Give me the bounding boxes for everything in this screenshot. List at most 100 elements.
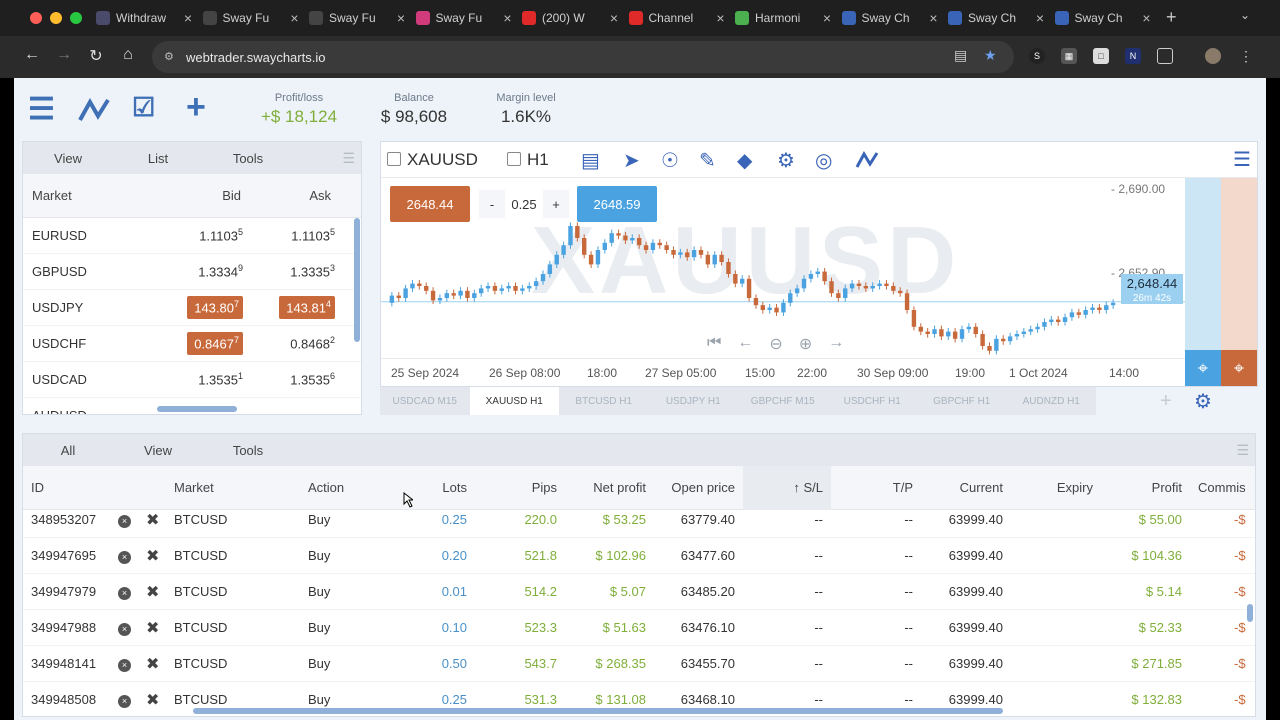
bid-cell[interactable]: 143.807 bbox=[155, 296, 243, 319]
orders-vscrollbar[interactable] bbox=[1247, 604, 1253, 622]
lot-size-input[interactable]: 0.25 bbox=[505, 190, 543, 218]
close-order-icon[interactable]: × bbox=[118, 548, 142, 564]
col-profit[interactable]: Profit bbox=[1101, 480, 1190, 495]
extension-doc-icon[interactable]: □ bbox=[1093, 48, 1109, 64]
bid-cell[interactable]: 1.35351 bbox=[155, 371, 243, 387]
browser-tab[interactable]: (200) W × bbox=[522, 4, 628, 32]
close-tab-icon[interactable]: × bbox=[716, 10, 724, 26]
profile-avatar[interactable] bbox=[1205, 48, 1221, 64]
ask-cell[interactable]: 0.84682 bbox=[243, 335, 335, 351]
settings-gear-icon[interactable]: ⚙ bbox=[777, 148, 795, 173]
compass-icon[interactable]: ☉ bbox=[661, 148, 679, 173]
reload-icon[interactable]: ↻ bbox=[86, 46, 106, 66]
panel-menu-icon[interactable]: ☰ bbox=[342, 150, 355, 167]
browser-menu-icon[interactable]: ⋮ bbox=[1238, 48, 1254, 64]
browser-tab[interactable]: Harmoni × bbox=[735, 4, 841, 32]
market-row[interactable]: EURUSD 1.11035 1.11035 bbox=[23, 218, 361, 254]
bid-cell[interactable]: 1.11035 bbox=[155, 227, 243, 243]
browser-tab[interactable]: Sway Ch × bbox=[1054, 4, 1161, 32]
order-row[interactable]: 349947695 × ✖ BTCUSD Buy 0.20 521.8 $ 102.96 634… bbox=[23, 538, 1255, 574]
market-row[interactable]: USDCHF 0.84677 0.84682 bbox=[23, 326, 361, 362]
forward-arrow-icon[interactable]: → bbox=[54, 46, 74, 64]
minimize-window-button[interactable] bbox=[50, 12, 62, 24]
close-order-icon[interactable]: × bbox=[118, 692, 142, 708]
browser-tab[interactable]: Sway Ch × bbox=[948, 4, 1054, 32]
chart-timeframe[interactable]: H1 bbox=[527, 150, 549, 170]
order-row[interactable]: 349947979 × ✖ BTCUSD Buy 0.01 514.2 $ 5.07 63485… bbox=[23, 574, 1255, 610]
scroll-right-icon[interactable]: → bbox=[828, 334, 844, 354]
close-tab-icon[interactable]: × bbox=[929, 10, 937, 26]
modify-order-tools-icon[interactable]: ✖ bbox=[142, 654, 166, 674]
market-row[interactable]: GBPUSD 1.33349 1.33353 bbox=[23, 254, 361, 290]
sway-logo-icon[interactable] bbox=[78, 98, 110, 122]
modify-order-tools-icon[interactable]: ✖ bbox=[142, 582, 166, 602]
extension-sway-icon[interactable]: N bbox=[1125, 48, 1141, 64]
checklist-icon[interactable]: ☑ bbox=[132, 92, 155, 123]
orders-hscrollbar[interactable] bbox=[193, 708, 1003, 714]
close-order-icon[interactable]: × bbox=[118, 584, 142, 600]
col-ask[interactable]: Ask bbox=[241, 188, 331, 203]
chart-symbol-tab[interactable]: USDCAD M15 bbox=[380, 387, 470, 415]
col-id[interactable]: ID bbox=[23, 480, 166, 495]
order-row[interactable]: 348953207 × ✖ BTCUSD Buy 0.25 220.0 $ 53.25 6377… bbox=[23, 502, 1255, 538]
order-row[interactable]: 349947988 × ✖ BTCUSD Buy 0.10 523.3 $ 51.63 6347… bbox=[23, 610, 1255, 646]
extension-grid-icon[interactable]: ▦ bbox=[1061, 48, 1077, 64]
market-vscrollbar[interactable] bbox=[354, 218, 360, 342]
diamond-icon[interactable]: ◆ bbox=[737, 148, 752, 173]
bid-cell[interactable]: 0.84677 bbox=[155, 332, 243, 355]
extension-s-icon[interactable]: S bbox=[1029, 48, 1045, 64]
chart-menu-icon[interactable]: ☰ bbox=[1233, 147, 1251, 172]
browser-tab[interactable]: Channel × bbox=[628, 4, 735, 32]
ask-cell[interactable]: 1.11035 bbox=[243, 227, 335, 243]
close-order-icon[interactable]: × bbox=[118, 620, 142, 636]
col-commission[interactable]: Commis bbox=[1190, 480, 1250, 495]
modify-order-tools-icon[interactable]: ✖ bbox=[142, 546, 166, 566]
bid-cell[interactable]: 1.33349 bbox=[155, 263, 243, 279]
close-tab-icon[interactable]: × bbox=[1142, 10, 1150, 26]
address-bar[interactable]: ⚙ webtrader.swaycharts.io ▤ ★ bbox=[152, 41, 1014, 73]
browser-tab[interactable]: Sway Fu × bbox=[415, 4, 522, 32]
chart-symbol[interactable]: XAUUSD bbox=[407, 150, 478, 170]
chart-symbol-tab[interactable]: BTCUSD H1 bbox=[559, 387, 649, 415]
browser-tab[interactable]: Sway Fu × bbox=[202, 4, 309, 32]
home-icon[interactable]: ⌂ bbox=[118, 46, 138, 64]
market-row[interactable]: USDJPY 143.807 143.814 bbox=[23, 290, 361, 326]
chart-symbol-tab[interactable]: AUDNZD H1 bbox=[1007, 387, 1097, 415]
modify-order-tools-icon[interactable]: ✖ bbox=[142, 618, 166, 638]
order-row[interactable]: 349948141 × ✖ BTCUSD Buy 0.50 543.7 $ 268.35 634… bbox=[23, 646, 1255, 682]
col-current[interactable]: Current bbox=[921, 480, 1011, 495]
ask-cell[interactable]: 1.35356 bbox=[243, 371, 335, 387]
chart-symbol-tab[interactable]: GBPCHF M15 bbox=[738, 387, 828, 415]
ask-cell[interactable]: 143.814 bbox=[243, 296, 335, 319]
close-tab-icon[interactable]: × bbox=[503, 10, 511, 26]
chart-type-icon[interactable]: ▤ bbox=[581, 148, 600, 173]
tab-all[interactable]: All bbox=[23, 434, 113, 466]
main-menu-icon[interactable]: ☰ bbox=[28, 92, 55, 127]
pencil-icon[interactable]: ✎ bbox=[699, 148, 716, 173]
install-app-icon[interactable]: ▤ bbox=[954, 47, 967, 64]
tab-tools[interactable]: Tools bbox=[203, 142, 293, 174]
close-window-button[interactable] bbox=[30, 12, 42, 24]
modify-order-tools-icon[interactable]: ✖ bbox=[142, 690, 166, 710]
close-order-icon[interactable]: × bbox=[118, 656, 142, 672]
col-pips[interactable]: Pips bbox=[475, 480, 565, 495]
tab-view[interactable]: View bbox=[23, 142, 113, 174]
modify-order-tools-icon[interactable]: ✖ bbox=[142, 510, 166, 530]
col-net-profit[interactable]: Net profit bbox=[565, 480, 654, 495]
sway-indicator-icon[interactable] bbox=[855, 151, 879, 169]
zoom-out-icon[interactable]: ⊖ bbox=[769, 334, 782, 354]
add-chart-plus-icon[interactable]: + bbox=[1160, 390, 1172, 413]
col-open-price[interactable]: Open price bbox=[654, 480, 743, 495]
maximize-window-button[interactable] bbox=[70, 12, 82, 24]
col-tp[interactable]: T/P bbox=[831, 480, 921, 495]
cursor-icon[interactable]: ➤ bbox=[623, 148, 640, 173]
browser-tab[interactable]: Withdraw × bbox=[96, 4, 202, 32]
chart-settings-gear-icon[interactable]: ⚙ bbox=[1194, 389, 1212, 414]
chart-plot-area[interactable]: XAUUSD 2648.44 - 0.25 + 2648.59 - 2,690.… bbox=[381, 178, 1185, 358]
tab-orders-tools[interactable]: Tools bbox=[203, 434, 293, 466]
close-tab-icon[interactable]: × bbox=[823, 10, 831, 26]
close-tab-icon[interactable]: × bbox=[290, 10, 298, 26]
sell-crosshair-button[interactable]: ⌖ bbox=[1221, 350, 1257, 386]
tab-search-chevron-icon[interactable]: ⌄ bbox=[1240, 8, 1250, 22]
new-tab-button[interactable]: + bbox=[1166, 7, 1177, 28]
